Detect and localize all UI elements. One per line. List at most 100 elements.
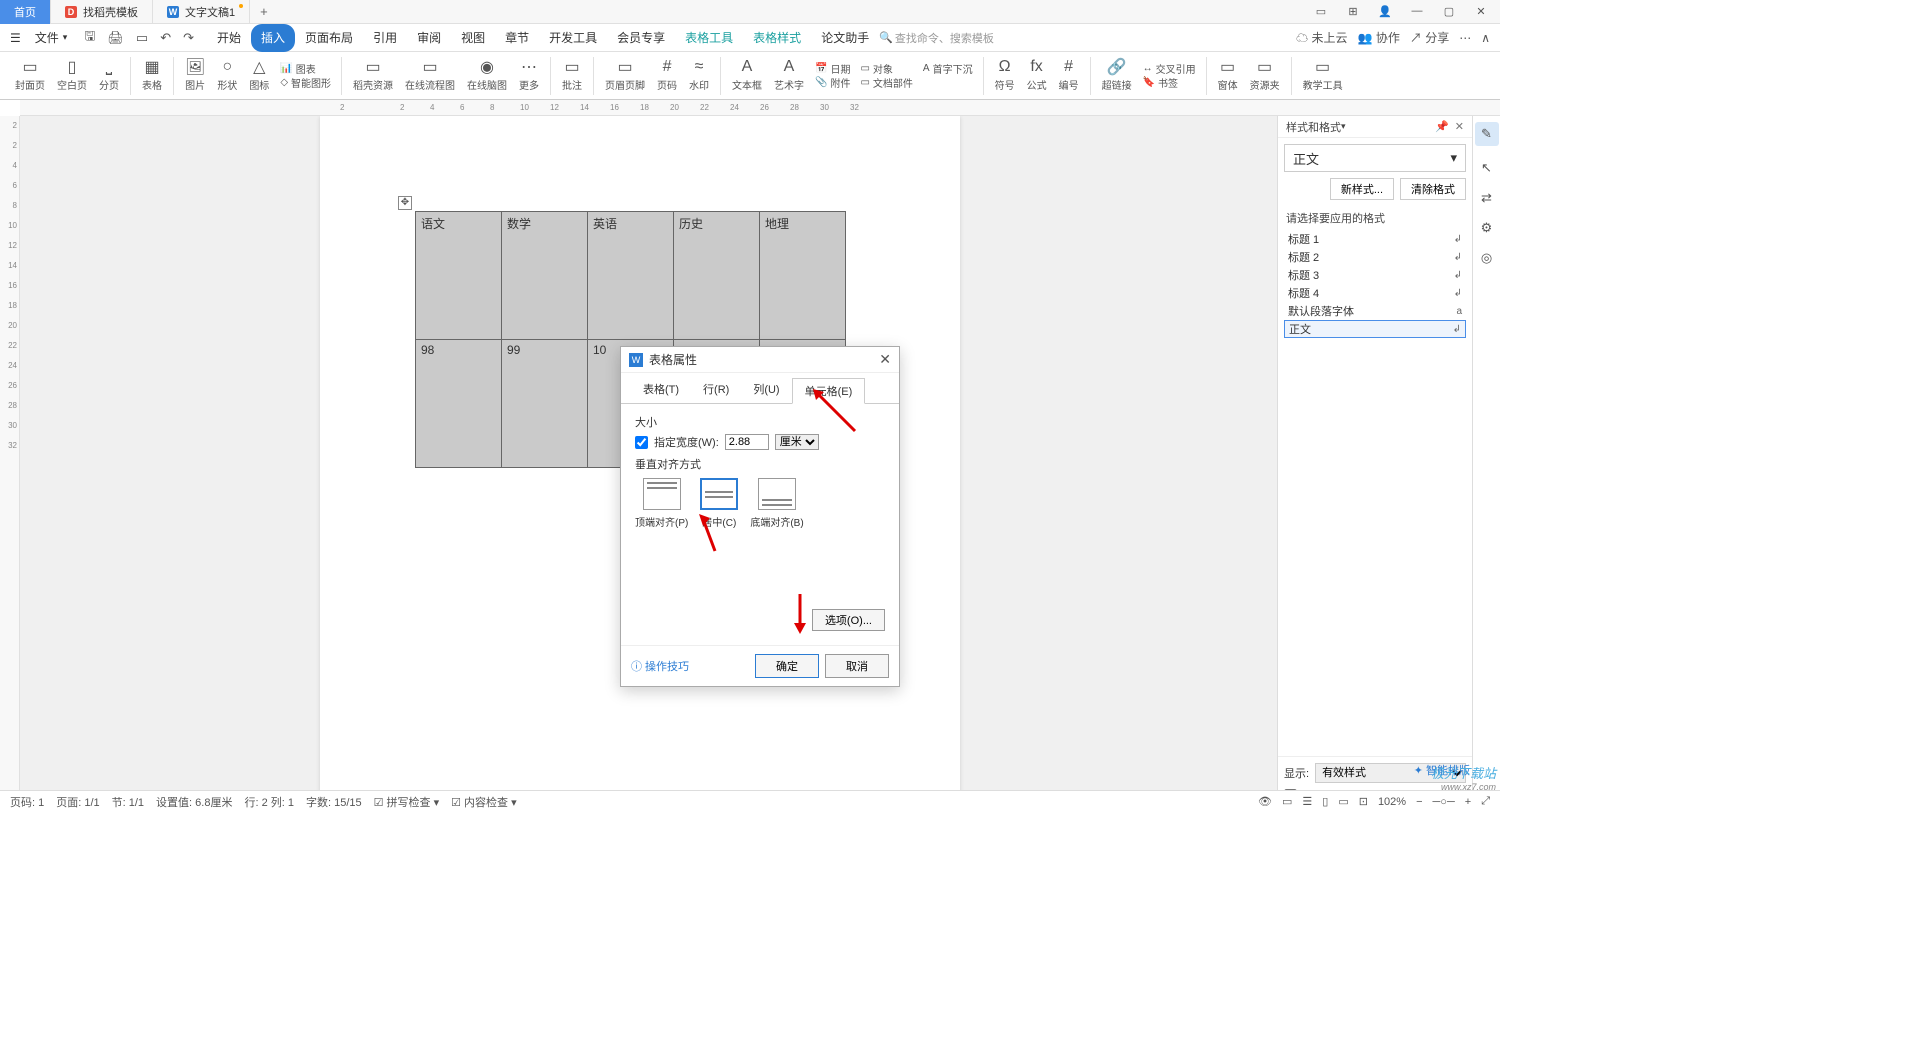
align-bottom-option[interactable]: 底端对齐(B) [750, 478, 803, 529]
ribbon-smartart[interactable]: ◇智能图形 [280, 76, 331, 89]
menu-member[interactable]: 会员专享 [607, 24, 675, 52]
status-position[interactable]: 设置值: 6.8厘米 [156, 794, 232, 810]
ribbon-docparts[interactable]: ▭文档部件 [860, 76, 912, 89]
settings-tool-icon[interactable]: ⚙ [1481, 220, 1493, 236]
ribbon-mindmap[interactable]: ◉在线脑图 [462, 59, 512, 92]
status-spellcheck[interactable]: ☑ 拼写检查 ▾ [374, 794, 440, 810]
status-rowcol[interactable]: 行: 2 列: 1 [244, 794, 294, 810]
select-tool-icon[interactable]: ↖ [1481, 160, 1492, 176]
view-web-icon[interactable]: ▯ [1322, 795, 1328, 808]
menu-pagelayout[interactable]: 页面布局 [295, 24, 363, 52]
ribbon-picture[interactable]: 🖼图片 [180, 59, 210, 92]
clear-format-button[interactable]: 清除格式 [1400, 178, 1466, 200]
add-tab-button[interactable]: + [250, 4, 278, 19]
align-center-option[interactable]: 居中(C) [700, 478, 738, 529]
hamburger-icon[interactable]: ☰ [10, 31, 21, 45]
ribbon-shape[interactable]: ○形状 [212, 59, 242, 92]
ribbon-headerfooter[interactable]: ▭页眉页脚 [600, 59, 650, 92]
status-words[interactable]: 字数: 15/15 [306, 794, 362, 810]
zoom-slider[interactable]: ─○─ [1433, 796, 1455, 808]
table-cell[interactable]: 语文 [416, 212, 502, 340]
table-cell[interactable]: 历史 [674, 212, 760, 340]
dlg-tab-row[interactable]: 行(R) [691, 377, 741, 403]
location-tool-icon[interactable]: ◎ [1481, 250, 1492, 266]
status-pageno[interactable]: 页码: 1 [10, 794, 44, 810]
save-icon[interactable]: 🖫 [81, 27, 98, 49]
preview-icon[interactable]: ▭ [133, 30, 151, 46]
width-checkbox[interactable] [635, 436, 648, 449]
ribbon-flowchart[interactable]: ▭在线流程图 [400, 59, 460, 92]
dlg-tab-table[interactable]: 表格(T) [631, 377, 691, 403]
zoom-in-button[interactable]: + [1465, 796, 1471, 808]
ribbon-table[interactable]: ▦表格 [137, 59, 167, 92]
table-cell[interactable]: 98 [416, 340, 502, 468]
menu-start[interactable]: 开始 [207, 24, 251, 52]
status-section[interactable]: 节: 1/1 [112, 794, 144, 810]
share-button[interactable]: ↗ 分享 [1410, 29, 1449, 46]
ribbon-comment[interactable]: ▭批注 [557, 59, 587, 92]
redo-icon[interactable]: ↷ [180, 30, 197, 46]
ribbon-blankpage[interactable]: ▯空白页 [52, 59, 92, 92]
table-cell[interactable]: 数学 [502, 212, 588, 340]
ribbon-form[interactable]: ▭窗体 [1213, 59, 1243, 92]
limit-tool-icon[interactable]: ⇄ [1481, 190, 1492, 206]
ok-button[interactable]: 确定 [755, 654, 819, 678]
ribbon-attachment[interactable]: 📎附件 [815, 76, 850, 89]
ribbon-docer[interactable]: ▭稻壳资源 [348, 59, 398, 92]
new-style-button[interactable]: 新样式... [1330, 178, 1394, 200]
menu-devtools[interactable]: 开发工具 [539, 24, 607, 52]
style-tool-icon[interactable]: ✎ [1475, 122, 1499, 146]
style-item[interactable]: 标题 1↲ [1284, 230, 1466, 248]
status-contentcheck[interactable]: ☑ 内容检查 ▾ [451, 794, 517, 810]
ribbon-resfolder[interactable]: ▭资源夹 [1245, 59, 1285, 92]
minimize-button[interactable]: — [1406, 5, 1428, 18]
ribbon-wordart[interactable]: A艺术字 [769, 59, 809, 92]
ribbon-hyperlink[interactable]: 🔗超链接 [1097, 59, 1137, 92]
ribbon-pagebreak[interactable]: ⎵分页 [94, 59, 124, 92]
tips-link[interactable]: ⓘ操作技巧 [631, 658, 689, 674]
close-panel-icon[interactable]: ✕ [1455, 120, 1464, 133]
ribbon-object[interactable]: ▭对象 [860, 62, 912, 75]
menu-review[interactable]: 审阅 [407, 24, 451, 52]
table-move-handle-icon[interactable]: ✥ [398, 196, 412, 210]
table-cell[interactable]: 地理 [760, 212, 846, 340]
layout-icon[interactable]: ▭ [1310, 5, 1332, 18]
chevron-up-icon[interactable]: ∧ [1481, 31, 1490, 45]
tab-home[interactable]: 首页 [0, 0, 51, 24]
width-unit-select[interactable]: 厘米 [775, 434, 819, 450]
style-item[interactable]: 默认段落字体a [1284, 302, 1466, 320]
view-page-icon[interactable]: ▭ [1282, 795, 1292, 808]
ribbon-equation[interactable]: fx公式 [1022, 59, 1052, 92]
more-icon[interactable]: ⋯ [1459, 31, 1471, 45]
ribbon-textbox[interactable]: A文本框 [727, 59, 767, 92]
view-read-icon[interactable]: ▭ [1338, 795, 1348, 808]
undo-icon[interactable]: ↶ [157, 30, 174, 46]
tab-document[interactable]: W文字文稿1 [153, 0, 250, 24]
ribbon-more[interactable]: ⋯更多 [514, 59, 544, 92]
table-cell[interactable]: 99 [502, 340, 588, 468]
close-window-button[interactable]: ✕ [1470, 5, 1492, 18]
horizontal-ruler[interactable]: 22468101214161820222426283032 [20, 100, 1500, 116]
ribbon-symbol[interactable]: Ω符号 [990, 59, 1020, 92]
ribbon-dropcap[interactable]: A首字下沉 [923, 62, 973, 75]
ribbon-pagenum[interactable]: #页码 [652, 59, 682, 92]
grid-icon[interactable]: ⊞ [1342, 5, 1364, 18]
ribbon-bookmark[interactable]: 🔖书签 [1143, 76, 1196, 89]
ribbon-watermark[interactable]: ≈水印 [684, 59, 714, 92]
command-search[interactable]: 🔍 查找命令、搜索模板 [879, 30, 994, 46]
options-button[interactable]: 选项(O)... [812, 609, 885, 631]
ribbon-numbering[interactable]: #编号 [1054, 59, 1084, 92]
style-item[interactable]: 标题 3↲ [1284, 266, 1466, 284]
menu-tabletools[interactable]: 表格工具 [675, 24, 743, 52]
menu-view[interactable]: 视图 [451, 24, 495, 52]
ribbon-iconlib[interactable]: △图标 [244, 59, 274, 92]
menu-thesis[interactable]: 论文助手 [811, 24, 879, 52]
zoom-out-button[interactable]: − [1416, 796, 1422, 808]
user-avatar-icon[interactable]: 👤 [1374, 5, 1396, 18]
dlg-tab-column[interactable]: 列(U) [741, 377, 791, 403]
ribbon-crossref[interactable]: ↔交叉引用 [1143, 62, 1196, 75]
pin-icon[interactable]: 📌 [1435, 120, 1449, 133]
menu-reference[interactable]: 引用 [363, 24, 407, 52]
menu-insert[interactable]: 插入 [251, 24, 295, 52]
expand-icon[interactable]: ⤢ [1481, 795, 1490, 808]
